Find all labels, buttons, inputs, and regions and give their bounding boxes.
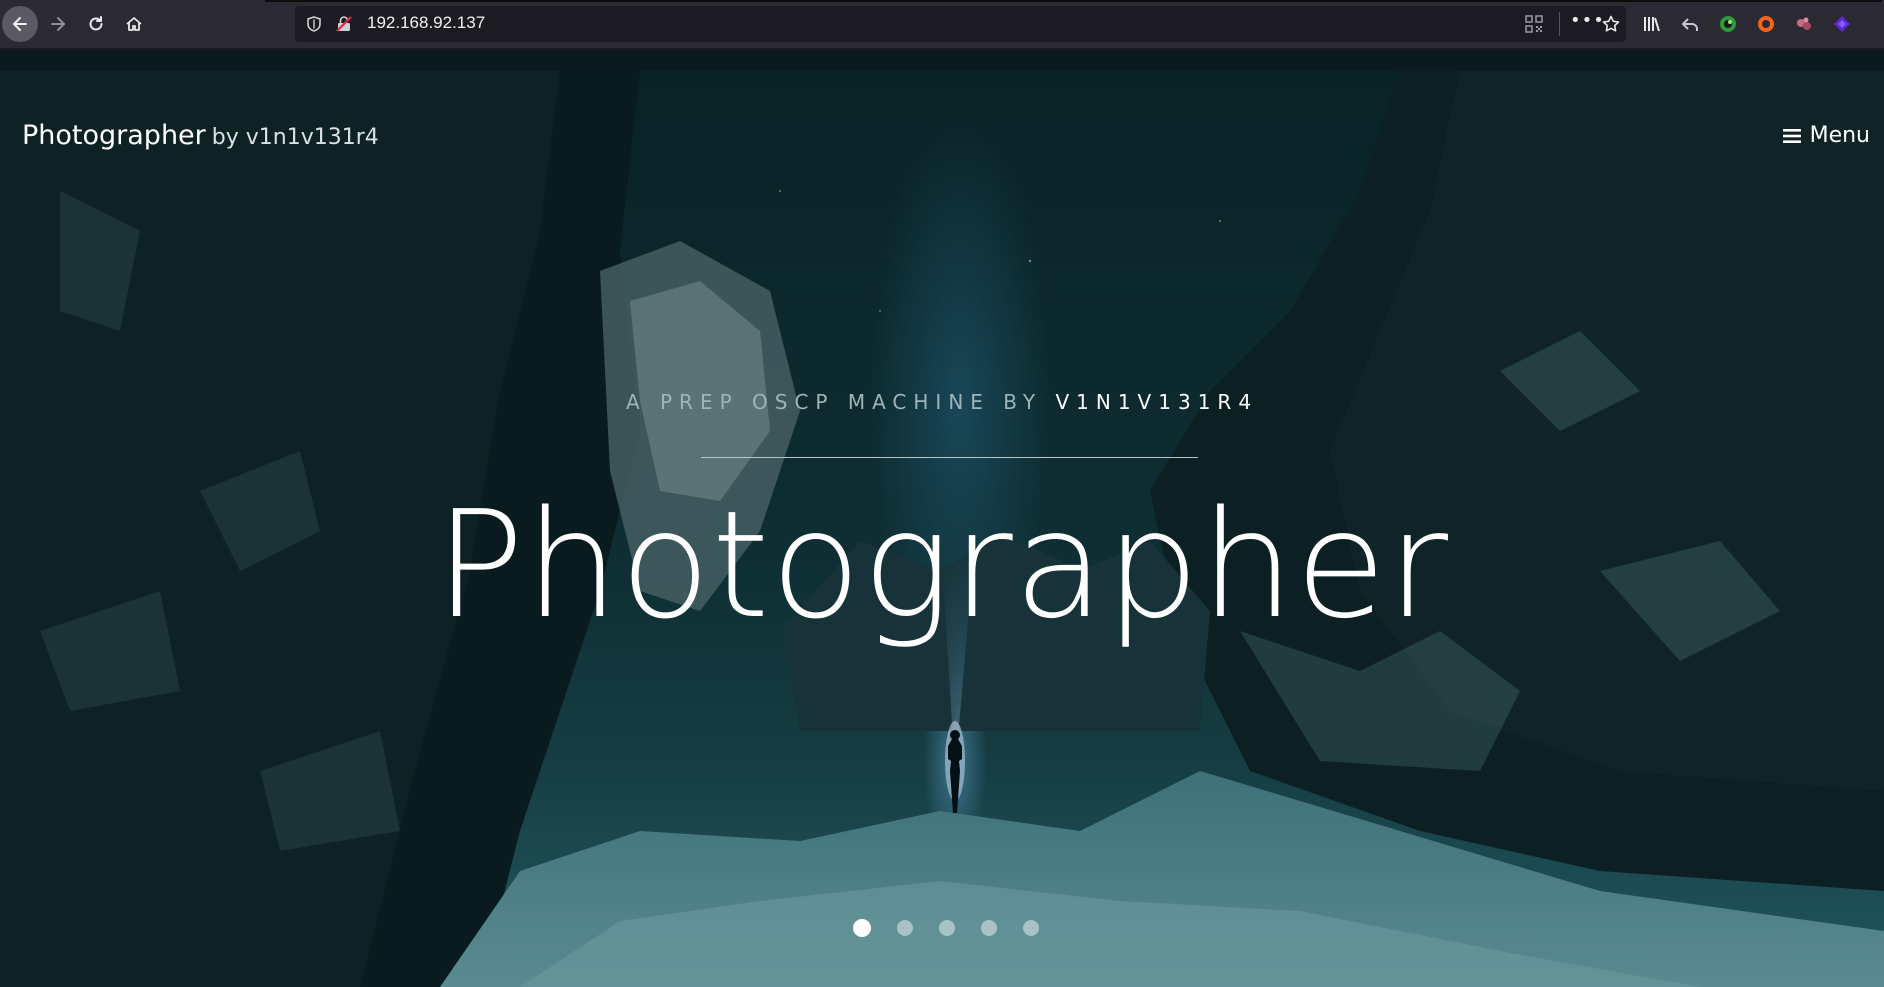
extension-pink-icon[interactable] [1794,14,1814,34]
extension-orange-icon[interactable] [1756,14,1776,34]
brand-title[interactable]: Photographer [22,120,206,151]
hamburger-icon [1782,128,1801,143]
slider-dot-2[interactable] [897,920,913,936]
brand-author[interactable]: by v1n1v131r4 [212,125,379,150]
forward-icon [51,17,65,31]
back-icon [13,17,27,31]
slider-dot-1[interactable] [853,919,871,937]
tabstrip-edge [265,0,1882,2]
shield-icon[interactable] [305,15,323,33]
home-button[interactable] [118,8,150,40]
slider-dot-4[interactable] [981,920,997,936]
hero-subtitle-author: V1N1V131R4 [1055,390,1259,414]
menu-label: Menu [1809,123,1870,148]
extension-purple-icon[interactable] [1832,14,1852,34]
slider-dot-3[interactable] [939,920,955,936]
page-hero: Photographer by v1n1v131r4 Menu A PREP OS… [0,71,1884,987]
site-brand[interactable]: Photographer by v1n1v131r4 [22,120,379,151]
home-icon [126,17,142,31]
reload-button[interactable] [80,8,112,40]
browser-toolbar: 192.168.92.137 ••• [0,0,1884,49]
library-icon[interactable] [1642,14,1662,34]
reload-icon [89,16,103,31]
hero-subtitle: A PREP OSCP MACHINE BY V1N1V131R4 [0,390,1884,414]
forward-button[interactable] [42,8,74,40]
hero-divider [701,457,1198,458]
url-bar[interactable]: 192.168.92.137 ••• [295,6,1626,42]
qr-code-icon[interactable] [1525,15,1543,33]
more-icon[interactable]: ••• [1570,12,1604,36]
extension-green-icon[interactable] [1718,14,1738,34]
url-bar-separator [1559,12,1560,36]
insecure-lock-icon[interactable] [335,15,353,33]
hero-title: Photographer [434,479,1450,651]
url-text[interactable]: 192.168.92.137 [367,13,485,33]
slider-pagination [853,919,1039,937]
back-button[interactable] [2,6,38,42]
hero-subtitle-prefix: A PREP OSCP MACHINE BY [625,390,1056,414]
bookmark-star-icon[interactable] [1601,14,1621,34]
slider-dot-5[interactable] [1023,920,1039,936]
menu-button[interactable]: Menu [1782,123,1870,148]
undo-icon[interactable] [1680,14,1700,34]
